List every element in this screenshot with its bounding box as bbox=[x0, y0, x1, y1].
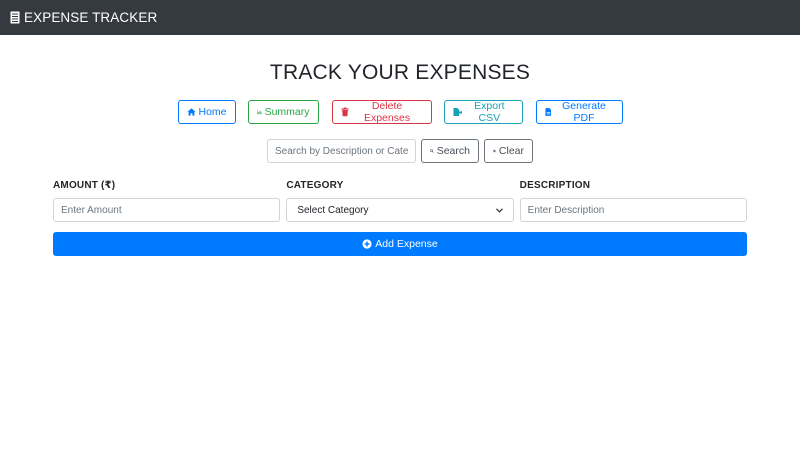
search-row: Search Clear bbox=[53, 139, 747, 163]
category-select-box[interactable]: Select Category bbox=[286, 198, 514, 222]
brand-text: EXPENSE TRACKER bbox=[24, 10, 158, 25]
clear-button[interactable]: Clear bbox=[484, 139, 533, 163]
amount-field-group: AMOUNT (₹) bbox=[53, 180, 281, 222]
trash-icon bbox=[340, 107, 349, 117]
amount-input[interactable] bbox=[53, 198, 281, 222]
amount-label: AMOUNT (₹) bbox=[53, 180, 116, 191]
summary-button-label: Summary bbox=[264, 106, 310, 118]
category-select[interactable]: Select Category bbox=[286, 198, 514, 222]
home-button[interactable]: Home bbox=[177, 100, 236, 124]
delete-expenses-button[interactable]: Delete Expenses bbox=[331, 100, 432, 124]
search-button-label: Search bbox=[436, 145, 470, 157]
category-field-group: CATEGORY Select Category bbox=[286, 180, 514, 222]
add-expense-button-label: Add Expense bbox=[375, 238, 438, 250]
document-list-icon bbox=[10, 11, 20, 24]
add-expense-button[interactable]: Add Expense bbox=[53, 232, 747, 256]
action-button-row: Home Summary Delete Expenses Export CSV … bbox=[53, 100, 747, 124]
summary-button[interactable]: Summary bbox=[247, 100, 319, 124]
delete-expenses-button-label: Delete Expenses bbox=[363, 100, 411, 124]
top-navbar: EXPENSE TRACKER bbox=[0, 0, 800, 35]
export-csv-button[interactable]: Export CSV bbox=[443, 100, 523, 124]
file-export-icon bbox=[452, 108, 463, 116]
home-icon bbox=[186, 108, 196, 116]
home-button-label: Home bbox=[198, 106, 227, 118]
page-title: TRACK YOUR EXPENSES bbox=[269, 61, 531, 84]
search-icon bbox=[430, 149, 434, 153]
generate-pdf-button-label: Generate PDF bbox=[562, 100, 606, 124]
plus-circle-icon bbox=[362, 239, 372, 249]
file-pdf-icon bbox=[544, 108, 552, 116]
expense-form: AMOUNT (₹) CATEGORY Select Category DESC… bbox=[53, 180, 747, 222]
chevron-down-icon bbox=[495, 207, 503, 213]
chart-icon bbox=[256, 109, 262, 115]
category-label: CATEGORY bbox=[286, 180, 344, 191]
search-input[interactable] bbox=[267, 139, 416, 163]
main-content: TRACK YOUR EXPENSES Home Summary Delete … bbox=[0, 61, 800, 256]
description-field-group: DESCRIPTION bbox=[519, 180, 747, 222]
search-button[interactable]: Search bbox=[421, 139, 479, 163]
description-label: DESCRIPTION bbox=[519, 180, 591, 191]
clear-button-label: Clear bbox=[498, 145, 524, 157]
export-csv-button-label: Export CSV bbox=[474, 100, 505, 124]
close-icon bbox=[493, 149, 496, 153]
category-selected-value: Select Category bbox=[297, 204, 369, 216]
description-input[interactable] bbox=[519, 198, 747, 222]
brand[interactable]: EXPENSE TRACKER bbox=[10, 10, 157, 25]
generate-pdf-button[interactable]: Generate PDF bbox=[535, 100, 623, 124]
